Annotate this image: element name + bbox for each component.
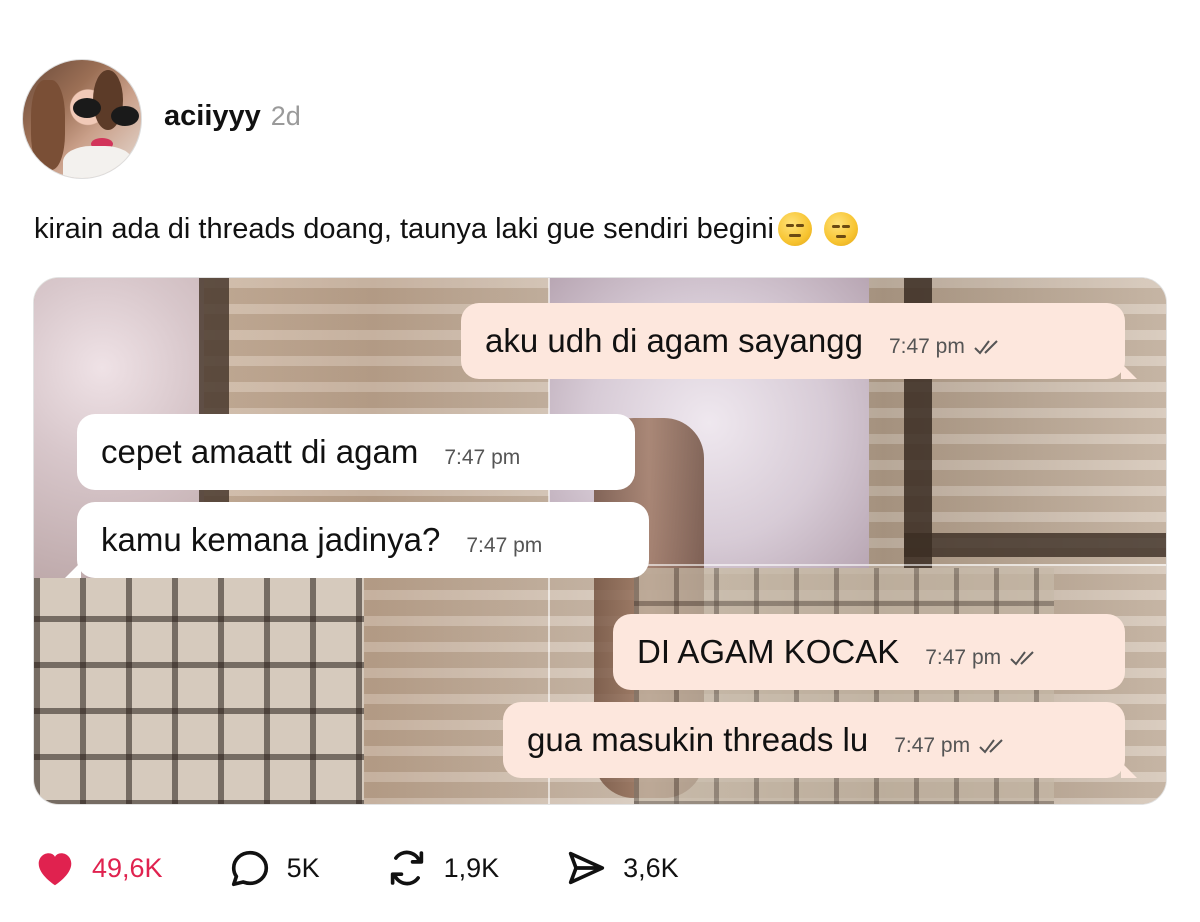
chat-bubble-incoming: cepet amaatt di agam 7:47 pm bbox=[77, 414, 635, 490]
chat-message-time: 7:47 pm bbox=[466, 534, 543, 557]
comment-button[interactable]: 5K bbox=[227, 845, 320, 891]
like-button[interactable]: 49,6K bbox=[32, 845, 163, 891]
repost-button[interactable]: 1,9K bbox=[384, 845, 500, 891]
share-button[interactable]: 3,6K bbox=[563, 845, 679, 891]
heart-icon bbox=[38, 853, 72, 886]
username[interactable]: aciiyyy bbox=[164, 100, 261, 133]
post-caption: kirain ada di threads doang, taunya laki… bbox=[34, 212, 858, 246]
double-check-icon bbox=[974, 340, 998, 355]
repost-count: 1,9K bbox=[443, 852, 500, 883]
send-icon bbox=[568, 851, 605, 885]
comment-count: 5K bbox=[286, 852, 320, 883]
post-image[interactable]: aku udh di agam sayangg 7:47 pm cepet am… bbox=[33, 277, 1167, 805]
chat-bubble-incoming: kamu kemana jadinya? 7:47 pm bbox=[65, 502, 649, 578]
like-count: 49,6K bbox=[92, 852, 163, 883]
comment-icon bbox=[231, 850, 268, 887]
post-actions: 49,6K 5K 1,9K 3,6K bbox=[32, 840, 743, 896]
chat-bubble-outgoing: gua masukin threads lu 7:47 pm bbox=[503, 702, 1137, 778]
author-row: aciiyyy 2d bbox=[164, 100, 301, 133]
chat-message-text: aku udh di agam sayangg bbox=[485, 322, 863, 359]
chat-message-text: cepet amaatt di agam bbox=[101, 433, 419, 470]
caption-text: kirain ada di threads doang, taunya laki… bbox=[34, 212, 774, 245]
chat-message-text: gua masukin threads lu bbox=[527, 721, 869, 758]
post-time: 2d bbox=[270, 100, 301, 131]
chat-message-time: 7:47 pm bbox=[444, 446, 521, 469]
bg-beam bbox=[904, 533, 1166, 557]
bg-plaid-left bbox=[34, 578, 364, 804]
double-check-icon bbox=[979, 739, 1003, 754]
chat-message-time: 7:47 pm bbox=[888, 335, 965, 358]
chat-message-time: 7:47 pm bbox=[894, 734, 971, 757]
double-check-icon bbox=[1010, 651, 1034, 666]
share-count: 3,6K bbox=[623, 852, 679, 883]
avatar[interactable] bbox=[22, 59, 142, 179]
chat-bubble-outgoing: DI AGAM KOCAK 7:47 pm bbox=[613, 614, 1125, 690]
relieved-face-emoji bbox=[778, 212, 812, 246]
repost-icon bbox=[390, 850, 423, 886]
chat-message-time: 7:47 pm bbox=[925, 646, 1002, 669]
chat-bubble-outgoing: aku udh di agam sayangg 7:47 pm bbox=[461, 303, 1137, 379]
unamused-face-emoji bbox=[824, 212, 858, 246]
chat-message-text: kamu kemana jadinya? bbox=[101, 521, 441, 558]
chat-message-text: DI AGAM KOCAK bbox=[637, 633, 900, 670]
post-header: aciiyyy 2d bbox=[22, 58, 301, 180]
